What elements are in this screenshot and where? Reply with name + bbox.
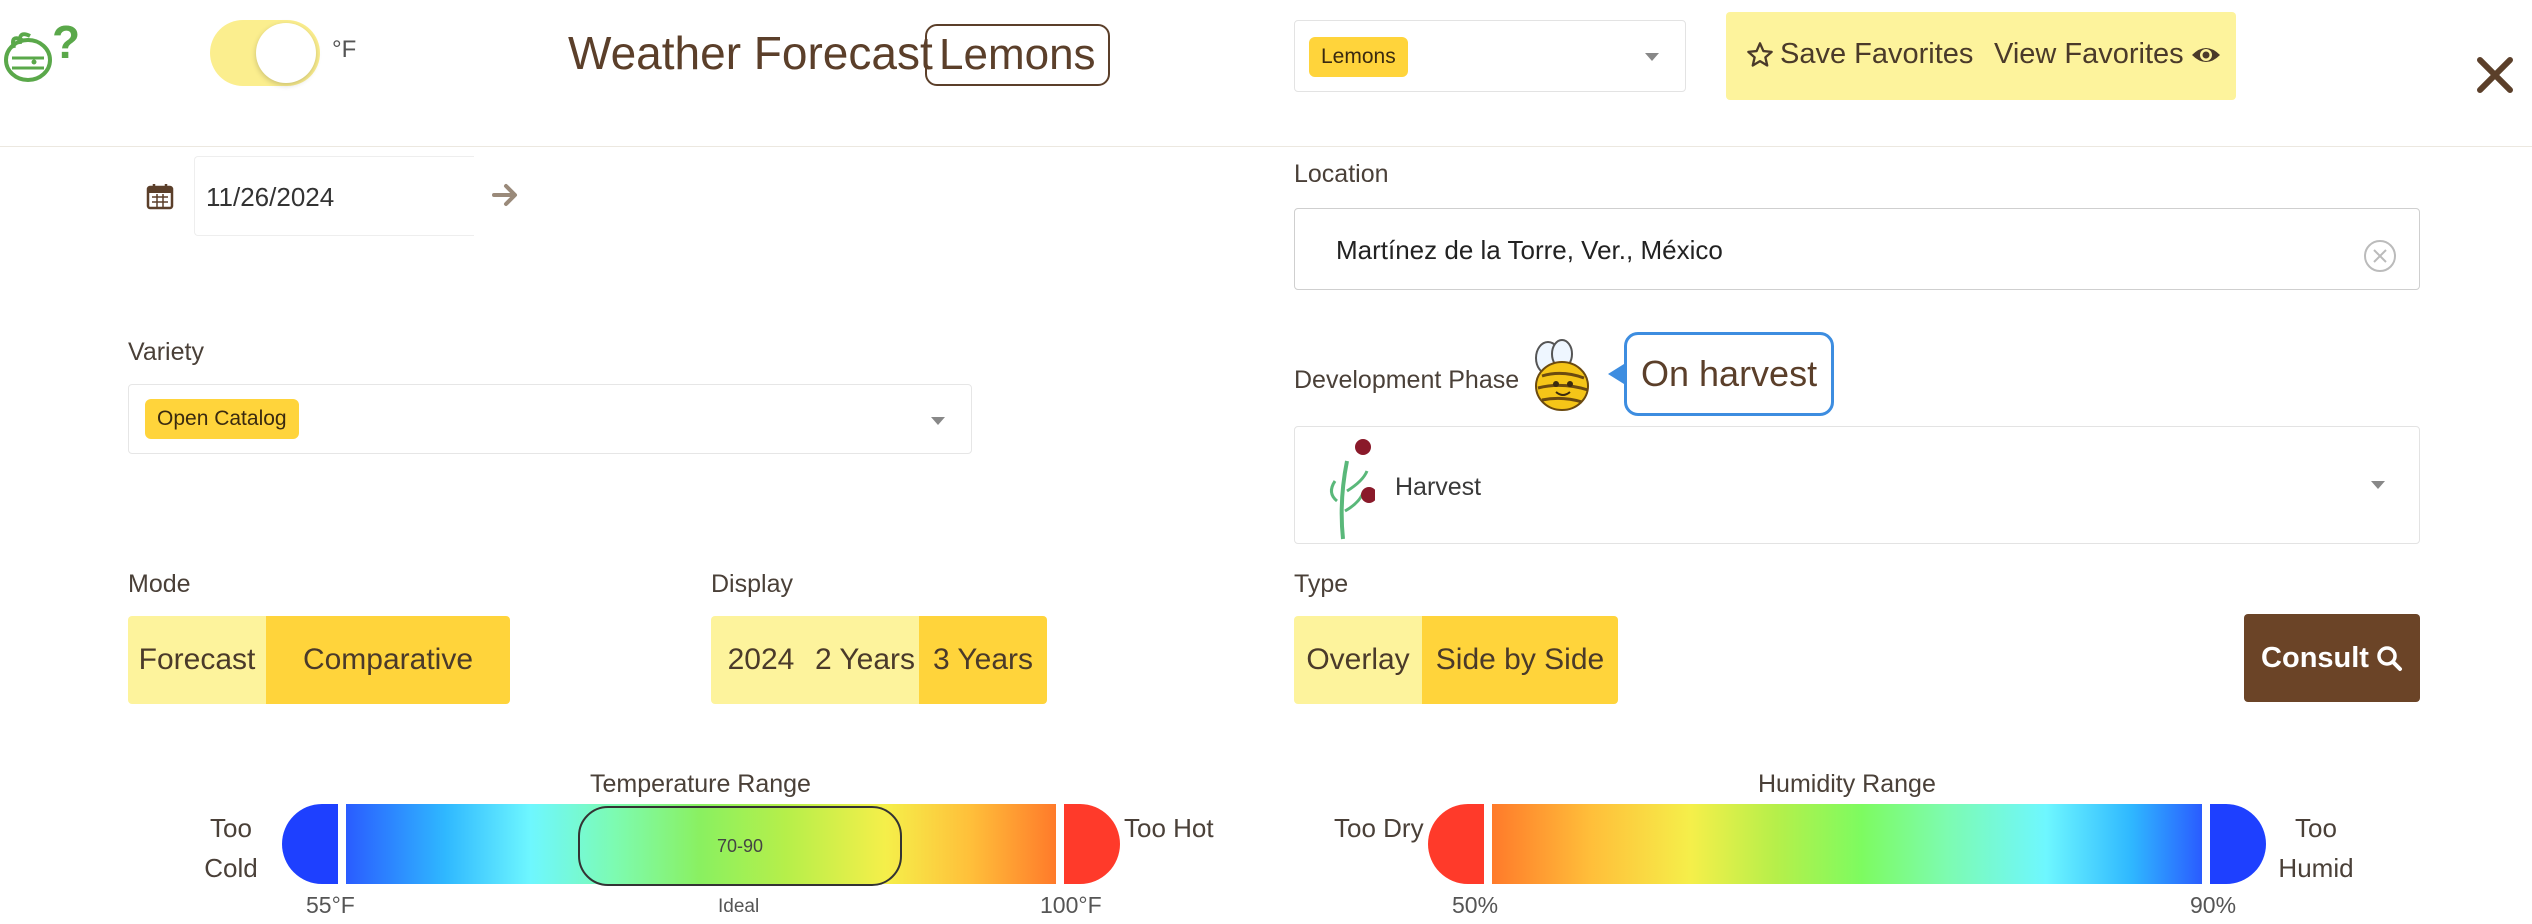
mode-label: Mode: [128, 570, 191, 598]
location-value: Martínez de la Torre, Ver., México: [1336, 235, 1723, 265]
too-humid-line1: Too: [2295, 813, 2337, 843]
consult-button[interactable]: Consult: [2244, 614, 2420, 702]
chevron-down-icon: [2371, 481, 2385, 489]
variety-chip: Open Catalog: [145, 399, 299, 439]
display-segmented-control: 2024 2 Years 3 Years: [711, 616, 1047, 704]
type-label: Type: [1294, 570, 1349, 598]
temperature-max-tick: 100°F: [1040, 892, 1102, 918]
temperature-too-hot-zone: [1064, 804, 1120, 884]
arrow-right-icon[interactable]: [490, 180, 520, 210]
variety-select[interactable]: Open Catalog: [128, 384, 972, 454]
clear-icon[interactable]: [2362, 238, 2398, 274]
page-title: Weather Forecast: [568, 27, 933, 79]
too-humid-line2: Humid: [2278, 853, 2354, 883]
bee-mascot-icon: [1528, 336, 1598, 416]
bubble-tail: [1608, 364, 1624, 384]
mode-segmented-control: Forecast Comparative: [128, 616, 510, 704]
humidity-too-dry-zone: [1428, 804, 1484, 884]
header-divider: [0, 146, 2532, 147]
crop-select-chip: Lemons: [1309, 37, 1408, 77]
display-option-3-years[interactable]: 3 Years: [919, 616, 1047, 704]
humidity-range-title: Humidity Range: [1758, 770, 1936, 798]
chevron-down-icon: [931, 417, 945, 425]
eye-icon: [2191, 47, 2220, 62]
humidity-gradient-bar: [1492, 804, 2202, 884]
development-phase-label: Development Phase: [1294, 366, 1520, 394]
toggle-knob: [256, 23, 316, 83]
temperature-unit-label: °F: [332, 36, 357, 63]
view-favorites-button[interactable]: View Favorites: [1994, 38, 2222, 71]
ideal-range-value: 70-90: [716, 836, 764, 856]
close-icon[interactable]: [2472, 52, 2518, 98]
favorites-bar: Save Favorites View Favorites: [1726, 12, 2236, 100]
consult-label: Consult: [2261, 641, 2369, 674]
humidity-too-humid-zone: [2210, 804, 2266, 884]
temperature-unit-toggle[interactable]: [210, 20, 320, 86]
too-cold-line1: Too: [210, 813, 252, 843]
type-option-side-by-side[interactable]: Side by Side: [1422, 616, 1618, 704]
too-humid-label: Too Humid: [2278, 808, 2354, 888]
too-cold-label: Too Cold: [196, 808, 266, 888]
too-hot-label: Too Hot: [1124, 813, 1214, 843]
humidity-min-tick: 50%: [1452, 892, 1499, 918]
phase-speech-bubble: On harvest: [1624, 332, 1835, 416]
star-icon: [1747, 41, 1773, 67]
search-icon: [2377, 646, 2402, 671]
view-favorites-label: View Favorites: [1994, 38, 2184, 70]
display-label: Display: [711, 570, 793, 598]
crop-select[interactable]: Lemons: [1294, 20, 1686, 92]
display-option-2-years[interactable]: 2 Years: [811, 616, 919, 704]
bee-help-logo-icon[interactable]: ?: [0, 14, 90, 94]
date-value: 11/26/2024: [206, 182, 335, 212]
calendar-icon: [146, 182, 174, 210]
type-segmented-control: Overlay Side by Side: [1294, 616, 1618, 704]
variety-label: Variety: [128, 338, 204, 366]
temperature-too-cold-zone: [282, 804, 338, 884]
display-option-2024[interactable]: 2024: [711, 616, 811, 704]
svg-text:?: ?: [52, 16, 80, 68]
development-phase-value: Harvest: [1395, 473, 1482, 501]
save-favorites-button[interactable]: Save Favorites: [1746, 38, 1973, 71]
type-option-overlay[interactable]: Overlay: [1294, 616, 1422, 704]
too-dry-label: Too Dry: [1334, 813, 1424, 843]
temperature-min-tick: 55°F: [306, 892, 355, 918]
development-phase-select[interactable]: Harvest: [1294, 426, 2420, 544]
location-label: Location: [1294, 160, 1389, 188]
too-cold-line2: Cold: [204, 853, 258, 883]
chevron-down-icon: [1645, 53, 1659, 61]
save-favorites-label: Save Favorites: [1780, 38, 1974, 70]
temperature-range-title: Temperature Range: [590, 770, 811, 798]
harvest-plant-icon: [1330, 439, 1375, 540]
title-crop-badge: Lemons: [925, 24, 1110, 86]
mode-option-forecast[interactable]: Forecast: [128, 616, 266, 704]
ideal-label: Ideal: [718, 896, 760, 917]
mode-option-comparative[interactable]: Comparative: [266, 616, 510, 704]
humidity-max-tick: 90%: [2190, 892, 2237, 918]
